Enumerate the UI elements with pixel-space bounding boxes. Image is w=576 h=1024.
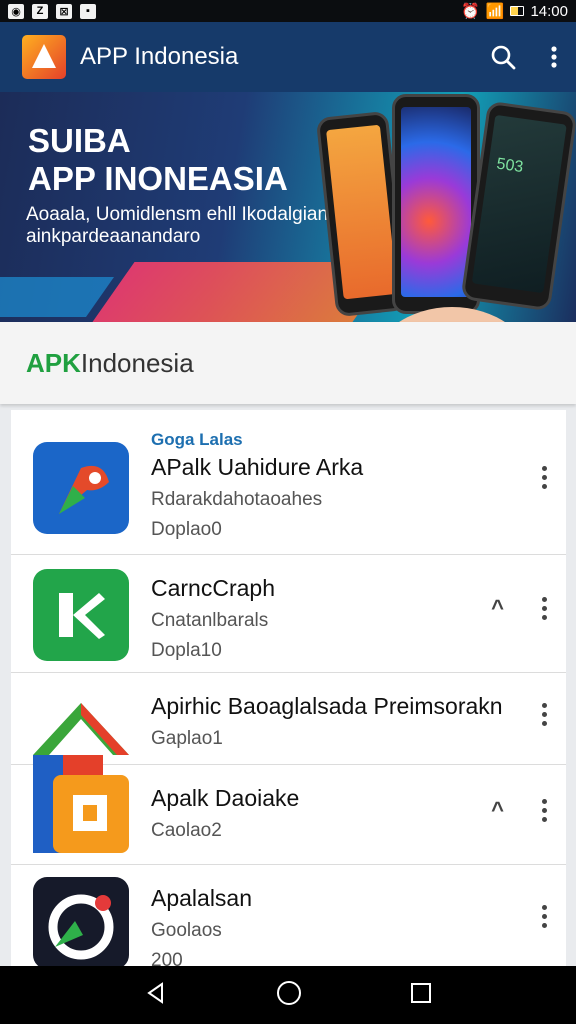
item-name: Apalk Daoiake: [151, 785, 300, 811]
app-icon-apalk: [33, 442, 129, 534]
brand-apk: APK: [26, 347, 81, 378]
list-item[interactable]: Apalalsan Goolaos 200: [11, 865, 566, 966]
app-list: Goga Lalas APalk Uahidure Arka Rdarakdah…: [11, 410, 566, 966]
banner-headline: SUIBA APP INONEASIA: [28, 122, 288, 198]
item-name: APalk Uahidure Arka: [151, 454, 364, 480]
item-name: Apalalsan: [151, 885, 253, 911]
item-meta: Doplao0: [151, 519, 222, 540]
banner-subtitle: Aoaala, Uomidlensm ehll Ikodalgian ainkp…: [26, 204, 328, 248]
banner-sub-2: ainkpardeaanandaro: [26, 226, 201, 247]
banner-sub-1: Aoaala, Uomidlensm ehll Ikodalgian: [26, 204, 329, 225]
item-meta: Dopla10: [151, 640, 222, 661]
item-meta: Gaplao1: [151, 728, 223, 749]
system-status: ⏰ 📶 14:00: [461, 2, 568, 21]
item-more-icon[interactable]: [538, 703, 550, 726]
ring-icon: ◉: [8, 3, 24, 19]
more-vert-icon[interactable]: [550, 45, 558, 69]
back-icon[interactable]: [144, 981, 168, 1010]
app-bar: APP Indonesia: [0, 22, 576, 92]
z-icon: Z: [32, 3, 48, 19]
item-more-icon[interactable]: [538, 799, 550, 822]
battery-icon: [510, 6, 525, 16]
recents-icon[interactable]: [410, 982, 432, 1009]
item-name: CarncCraph: [151, 575, 275, 601]
expand-chevron-icon[interactable]: ^: [491, 595, 504, 621]
signal-icon: 📶: [485, 3, 505, 20]
expand-chevron-icon[interactable]: ^: [491, 797, 504, 823]
photo-icon: ▪: [80, 3, 96, 19]
item-meta: 200: [151, 950, 183, 966]
promo-banner[interactable]: SUIBA APP INONEASIA Aoaala, Uomidlensm e…: [0, 92, 576, 322]
list-item[interactable]: Apalk Daoiake Caolao2 ^: [11, 765, 566, 865]
banner-streak: [0, 277, 115, 317]
item-meta: Caolao2: [151, 820, 222, 841]
item-more-icon[interactable]: [538, 905, 550, 928]
item-desc: Cnatanlbarals: [151, 610, 269, 631]
list-item[interactable]: Goga Lalas APalk Uahidure Arka Rdarakdah…: [11, 410, 566, 555]
banner-headline-2: APP INONEASIA: [28, 160, 288, 197]
clock: 14:00: [530, 2, 568, 20]
phone-clock: 503: [495, 155, 525, 177]
system-nav-bar: [0, 966, 576, 1024]
item-name: Apirhic Baoaglalsada Preimsorakn: [151, 693, 503, 719]
item-tag: Goga Lalas: [151, 430, 243, 449]
alarm-icon: ⏰: [461, 3, 480, 20]
app-logo: [22, 35, 66, 79]
item-desc: Rdarakdahotaoahes: [151, 489, 323, 510]
notification-icons: ◉ Z ⊠ ▪: [8, 3, 96, 19]
item-more-icon[interactable]: [538, 597, 550, 620]
item-desc: Goolaos: [151, 920, 222, 941]
section-header: APK Indonesia: [0, 322, 576, 404]
item-more-icon[interactable]: [538, 466, 550, 489]
banner-headline-1: SUIBA: [28, 122, 131, 159]
app-icon-apalalsan: [33, 877, 129, 966]
app-title: APP Indonesia: [80, 43, 239, 70]
home-icon[interactable]: [276, 980, 302, 1011]
brand-indonesia: Indonesia: [80, 347, 194, 378]
status-bar: ◉ Z ⊠ ▪ ⏰ 📶 14:00: [0, 0, 576, 22]
list-item[interactable]: CarncCraph Cnatanlbarals Dopla10 ^: [11, 555, 566, 673]
app-icon-carnccraph: [33, 569, 129, 661]
gallery-icon: ⊠: [56, 3, 72, 19]
search-icon[interactable]: [490, 44, 516, 70]
